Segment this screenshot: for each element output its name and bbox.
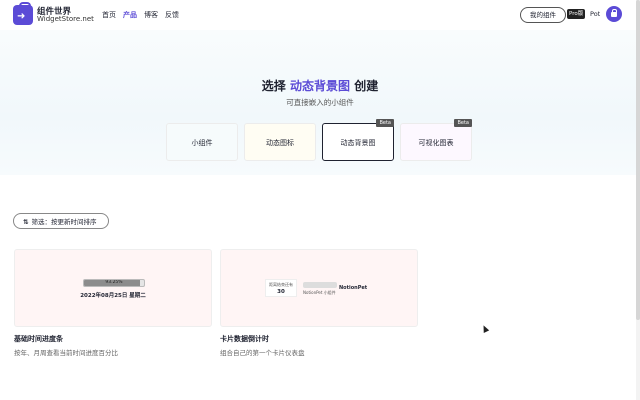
- title-highlight: 动态背景图: [289, 79, 350, 93]
- preview-date: 2022年08月25日 星期二: [80, 293, 146, 299]
- nav-products[interactable]: 产品: [123, 10, 137, 20]
- category-animated-icons[interactable]: 动态图标: [244, 123, 316, 161]
- nav-home[interactable]: 首页: [102, 10, 116, 20]
- preview-bar: [303, 282, 337, 288]
- logo-icon[interactable]: ➜: [13, 2, 33, 25]
- scroll-thumb[interactable]: [636, 0, 640, 320]
- mouse-cursor-icon: [480, 324, 490, 333]
- page-subtitle: 可直接嵌入的小组件: [286, 98, 354, 107]
- brand-domain: WidgetStore.net: [37, 15, 94, 23]
- main-nav: 首页 产品 博客 反馈: [102, 10, 179, 20]
- tile-description: 按年、月周查看当前时间进度百分比: [14, 349, 118, 357]
- preview-sub-label: NotionPet 小组件: [303, 290, 336, 295]
- sort-icon: ⇅: [23, 218, 29, 226]
- countdown-card: 距离结束还有 30: [265, 279, 297, 297]
- pro-badge: Pro版: [567, 9, 586, 19]
- nav-blog[interactable]: 博客: [144, 10, 158, 20]
- tile-title[interactable]: 卡片数据倒计时: [220, 334, 269, 344]
- progress-bar: 93.25%: [83, 279, 145, 287]
- category-widgets[interactable]: 小组件: [166, 123, 238, 161]
- widget-tile-progress[interactable]: 93.25% 2022年08月25日 星期二: [14, 249, 212, 327]
- avatar[interactable]: [606, 6, 622, 22]
- tile-description: 组合自己的第一个卡片仪表盘: [220, 349, 305, 357]
- widget-tile-countdown[interactable]: 距离结束还有 30 NotionPet 小组件 NotionPet: [220, 249, 418, 327]
- countdown-number: 30: [277, 289, 285, 295]
- nav-feedback[interactable]: 反馈: [165, 10, 179, 20]
- progress-percent: 93.25%: [105, 280, 123, 285]
- scrollbar[interactable]: [636, 0, 640, 400]
- preview-name: NotionPet: [339, 285, 368, 291]
- my-widgets-button[interactable]: 我的组件: [520, 7, 566, 23]
- category-charts[interactable]: 可视化图表 Beta: [400, 119, 472, 161]
- page-title: 选择 动态背景图 创建: [261, 79, 379, 93]
- header: ➜ 组件世界 WidgetStore.net 首页 产品 博客 反馈 我的组件 …: [0, 0, 640, 30]
- category-animated-backgrounds[interactable]: 动态背景图 Beta: [322, 119, 394, 161]
- tile-title[interactable]: 基础时间进度条: [14, 334, 63, 344]
- username[interactable]: Pot: [590, 10, 600, 18]
- beta-badge: Beta: [376, 119, 394, 127]
- sort-filter-button[interactable]: ⇅ 筛选：按更新时间排序: [13, 213, 109, 229]
- beta-badge: Beta: [454, 119, 472, 127]
